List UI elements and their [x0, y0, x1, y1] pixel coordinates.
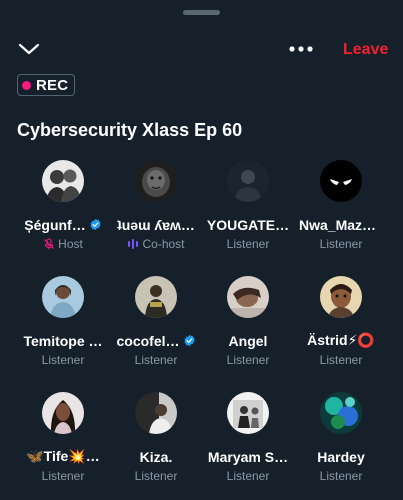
- space-title: Cybersecurity Xlass Ep 60: [17, 120, 243, 140]
- participant-name: Temitope …: [23, 332, 103, 349]
- participant-card[interactable]: YOUGATE… Listener: [202, 160, 294, 260]
- participant-role: Listener: [319, 236, 363, 251]
- avatar: [42, 392, 84, 434]
- avatar: [42, 276, 84, 318]
- avatar: [320, 392, 362, 434]
- recording-badge: REC: [17, 74, 76, 96]
- participant-name: Hardey: [317, 448, 365, 465]
- participant-card[interactable]: Maryam S… Listener: [202, 392, 294, 492]
- participant-role-row: Listener: [110, 468, 202, 483]
- participant-name-row: Nwa_Mazz…: [295, 216, 387, 233]
- participant-role: Listener: [134, 468, 178, 483]
- collapse-button[interactable]: [17, 40, 41, 58]
- participant-role: Listener: [41, 468, 85, 483]
- avatar: [135, 392, 177, 434]
- participant-name-row: Ästrid⚡⭕: [295, 332, 387, 349]
- participant-name: 🦋Tife💥…: [26, 448, 100, 464]
- participant-role-row: Host: [17, 236, 109, 251]
- participant-card[interactable]: ʇuǝɯ ʎɐʍ… Co-host: [110, 160, 202, 260]
- participant-name-row: 🦋Tife💥…: [17, 448, 109, 465]
- verified-badge-icon: [183, 334, 195, 347]
- recording-label: REC: [36, 76, 69, 94]
- participant-role: Listener: [226, 352, 270, 367]
- participant-role-row: Listener: [295, 468, 387, 483]
- avatar: [320, 276, 362, 318]
- more-options-button[interactable]: [287, 40, 315, 58]
- participant-name: ʇuǝɯ ʎɐʍ…: [117, 216, 195, 233]
- participant-name: cocofel…: [116, 332, 180, 349]
- avatar: [227, 276, 269, 318]
- participant-role-row: Listener: [295, 352, 387, 367]
- participant-role: Listener: [319, 468, 363, 483]
- participant-card[interactable]: Kiza. Listener: [110, 392, 202, 492]
- participant-role: Host: [58, 236, 83, 251]
- participant-card[interactable]: Temitope … Listener: [17, 276, 109, 376]
- mic-muted-icon: [44, 237, 55, 249]
- participant-name-row: Kiza.: [110, 448, 202, 465]
- participant-role: Listener: [226, 468, 270, 483]
- participant-role-row: Co-host: [110, 236, 202, 251]
- participant-name: Kiza.: [139, 448, 173, 465]
- sheet-grabber-handle[interactable]: [183, 10, 220, 15]
- avatar: [320, 160, 362, 202]
- participant-role-row: Listener: [17, 468, 109, 483]
- participant-name: Nwa_Mazz…: [299, 216, 383, 233]
- participant-card[interactable]: Hardey Listener: [295, 392, 387, 492]
- participant-card[interactable]: cocofel… Listener: [110, 276, 202, 376]
- participant-name-row: ʇuǝɯ ʎɐʍ…: [110, 216, 202, 233]
- participant-card[interactable]: Angel Listener: [202, 276, 294, 376]
- verified-badge-icon: [90, 218, 101, 231]
- participant-role-row: Listener: [295, 236, 387, 251]
- more-horizontal-icon: [289, 46, 313, 52]
- speaking-bars-icon: [128, 238, 139, 249]
- participant-role: Listener: [134, 352, 178, 367]
- participant-name-row: Șégunf…: [17, 216, 109, 233]
- participant-name-row: Hardey: [295, 448, 387, 465]
- participant-role: Listener: [226, 236, 270, 251]
- avatar: [135, 160, 177, 202]
- participant-role-row: Listener: [202, 236, 294, 251]
- participant-role: Listener: [319, 352, 363, 367]
- avatar: [135, 276, 177, 318]
- avatar: [227, 392, 269, 434]
- participant-role: Listener: [41, 352, 85, 367]
- participant-role-row: Listener: [202, 468, 294, 483]
- leave-button[interactable]: Leave: [343, 40, 388, 60]
- participant-role-row: Listener: [17, 352, 109, 367]
- participant-name: Șégunf…: [24, 216, 86, 233]
- participant-name-row: Angel: [202, 332, 294, 349]
- chevron-down-icon: [18, 43, 40, 55]
- participant-name: Angel: [228, 332, 268, 349]
- participant-card[interactable]: Nwa_Mazz… Listener: [295, 160, 387, 260]
- recording-dot-icon: [22, 80, 31, 90]
- participant-name-row: Temitope …: [17, 332, 109, 349]
- participant-name-row: YOUGATE…: [202, 216, 294, 233]
- participant-name: Maryam S…: [207, 448, 289, 465]
- participant-card[interactable]: Ästrid⚡⭕ Listener: [295, 276, 387, 376]
- participant-name-row: cocofel…: [110, 332, 202, 349]
- participant-role: Co-host: [142, 236, 185, 251]
- avatar: [42, 160, 84, 202]
- participant-name-row: Maryam S…: [202, 448, 294, 465]
- participant-name: Ästrid⚡⭕: [307, 332, 375, 348]
- avatar: [227, 160, 269, 202]
- participant-card[interactable]: 🦋Tife💥… Listener: [17, 392, 109, 492]
- participant-role-row: Listener: [202, 352, 294, 367]
- participant-name: YOUGATE…: [206, 216, 290, 233]
- participant-role-row: Listener: [110, 352, 202, 367]
- participant-card[interactable]: Șégunf… Host: [17, 160, 109, 260]
